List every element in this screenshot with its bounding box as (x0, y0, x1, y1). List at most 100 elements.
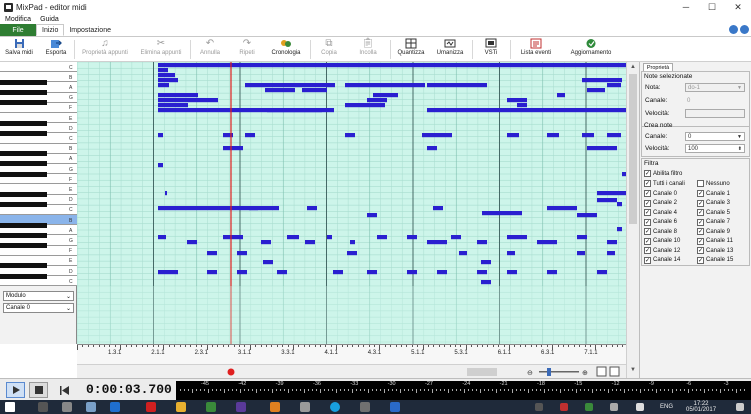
midi-note[interactable] (367, 213, 377, 218)
midi-note[interactable] (407, 270, 417, 275)
piano-white-key[interactable] (0, 62, 77, 73)
export-button[interactable]: Esporta (40, 38, 72, 61)
midi-note[interactable] (459, 251, 467, 256)
midi-note[interactable] (187, 240, 197, 245)
midi-note[interactable] (427, 240, 447, 245)
midi-note[interactable] (158, 103, 188, 108)
channel-checkbox[interactable]: ✓ Canale 5 (697, 209, 730, 216)
piano-black-key[interactable] (0, 232, 47, 238)
midi-note[interactable] (373, 93, 398, 98)
all-channels-checkbox[interactable]: ✓ Tutti i canali (644, 180, 685, 187)
midi-note[interactable] (557, 93, 565, 98)
delete-notes-button[interactable]: ✂ Elimina appunti (136, 38, 186, 61)
midi-note[interactable] (607, 133, 621, 138)
midi-note[interactable] (617, 202, 622, 207)
midi-note[interactable] (607, 240, 617, 245)
midi-note[interactable] (422, 133, 452, 138)
scroll-thumb[interactable] (467, 368, 497, 376)
tab-proprieta[interactable]: Proprietà (643, 63, 673, 71)
tray-icon[interactable] (585, 403, 593, 411)
piano-roll-grid[interactable] (77, 62, 626, 344)
channel-checkbox[interactable]: ✓ Canale 14 (644, 256, 680, 264)
vsti-button[interactable]: VSTi (478, 38, 504, 61)
stop-button[interactable] (29, 382, 48, 398)
taskbar-app-icon[interactable] (110, 402, 120, 412)
midi-note[interactable] (481, 260, 491, 265)
taskbar-app-icon[interactable] (86, 402, 96, 412)
midi-note[interactable] (302, 88, 327, 93)
midi-note[interactable] (577, 235, 587, 240)
piano-roll-canvas[interactable] (77, 62, 626, 344)
channel-checkbox[interactable]: ✓ Canale 8 (644, 228, 677, 235)
midi-note[interactable] (482, 211, 522, 216)
midi-note[interactable] (333, 270, 343, 275)
paste-button[interactable]: 📋︎ Incolla (352, 38, 384, 61)
pdf-icon[interactable] (146, 402, 156, 412)
skype-icon[interactable] (330, 402, 340, 412)
midi-note[interactable] (407, 235, 417, 240)
create-velocity-input[interactable]: 100 ⬍ (685, 144, 745, 153)
channel-checkbox[interactable]: ✓ Canale 7 (697, 218, 730, 226)
midi-note[interactable] (597, 198, 617, 203)
zoom-thumb[interactable] (547, 368, 551, 376)
midi-note[interactable] (158, 78, 178, 83)
save-midi-button[interactable]: Salva midi (2, 38, 36, 61)
clock[interactable]: 17:22 05/01/2017 (686, 401, 716, 413)
midi-note[interactable] (277, 270, 287, 275)
midi-note[interactable] (347, 251, 357, 256)
midi-note[interactable] (507, 270, 517, 275)
zoom-out-icon[interactable]: ⊖ (527, 370, 533, 377)
midi-note[interactable] (367, 270, 377, 275)
midi-note[interactable] (547, 270, 557, 275)
midi-note[interactable] (481, 280, 491, 285)
channel-checkbox[interactable]: ✓ Canale 13 (697, 247, 733, 254)
piano-black-key[interactable] (0, 100, 47, 106)
midi-note[interactable] (158, 68, 168, 73)
zoom-slider[interactable] (539, 371, 579, 373)
taskbar-app-icon[interactable] (300, 402, 310, 412)
note-properties-button[interactable]: ♫ Proprietà appunti (76, 38, 134, 61)
vertical-scrollbar[interactable]: ▲ ▼ (626, 62, 639, 378)
midi-note[interactable] (245, 133, 255, 138)
piano-black-key[interactable] (0, 120, 47, 126)
zoom-reset-icon[interactable] (609, 366, 620, 377)
zoom-in-icon[interactable]: ⊕ (582, 370, 588, 377)
note-select[interactable]: do-1 ▼ (685, 83, 745, 92)
taskbar-app-icon[interactable] (62, 402, 72, 412)
piano-black-key[interactable] (0, 263, 47, 269)
taskbar-app-icon[interactable] (270, 402, 280, 412)
piano-black-key[interactable] (0, 202, 47, 208)
undo-button[interactable]: ↶ Annulla (194, 38, 226, 61)
midi-note[interactable] (607, 251, 615, 256)
play-button[interactable] (6, 382, 25, 398)
midi-note[interactable] (305, 240, 315, 245)
midi-note[interactable] (158, 83, 169, 88)
midi-note[interactable] (207, 251, 217, 256)
channel-checkbox[interactable]: ✓ Canale 4 (644, 209, 677, 216)
midi-note[interactable] (607, 83, 621, 88)
piano-black-key[interactable] (0, 273, 47, 279)
taskbar-app-icon[interactable] (390, 402, 400, 412)
midi-note[interactable] (237, 251, 247, 256)
midi-note[interactable] (158, 235, 166, 240)
midi-note[interactable] (587, 146, 617, 151)
midi-note[interactable] (507, 251, 515, 256)
photos-icon[interactable] (360, 402, 370, 412)
midi-note[interactable] (245, 83, 335, 88)
midi-note[interactable] (158, 98, 218, 103)
midi-note[interactable] (517, 103, 527, 108)
mode-select[interactable]: Modulo ⌄ (3, 291, 74, 301)
piano-black-key[interactable] (0, 192, 47, 197)
midi-note[interactable] (427, 146, 437, 151)
midi-note[interactable] (307, 206, 317, 211)
channel-checkbox[interactable]: ✓ Canale 3 (697, 199, 730, 207)
midi-note[interactable] (597, 191, 626, 196)
midi-note[interactable] (577, 251, 585, 256)
spinner-icon[interactable]: ⬍ (738, 146, 742, 152)
midi-note[interactable] (158, 163, 163, 168)
midi-note[interactable] (377, 235, 387, 240)
piano-black-key[interactable] (0, 79, 47, 85)
midi-note[interactable] (237, 270, 247, 275)
midi-note[interactable] (350, 240, 355, 245)
midi-note[interactable] (507, 98, 527, 103)
